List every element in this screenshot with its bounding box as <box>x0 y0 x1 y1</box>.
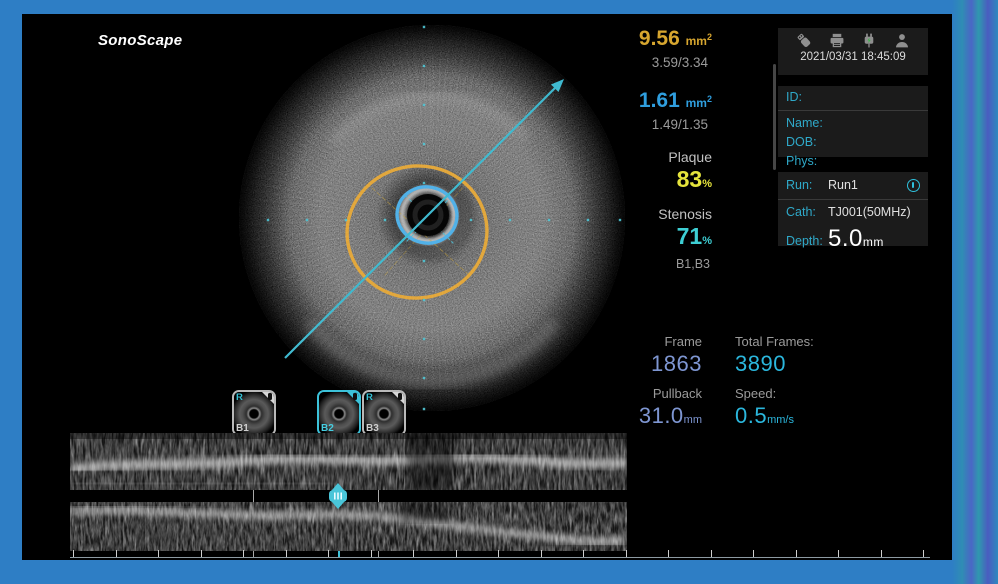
speed-value: 0.5mm/s <box>735 402 855 434</box>
stenosis-reference-bookmarks: B1,B3 <box>574 256 712 272</box>
bookmark-pin-icon <box>268 393 272 400</box>
bookmark-thumbnail-b2[interactable]: B2 <box>317 390 361 436</box>
pullback-position-handle[interactable] <box>325 482 351 510</box>
patient-name-label: Name: <box>778 114 928 133</box>
run-label: Run: <box>786 177 828 193</box>
brand-logo: SonoScape <box>98 32 182 49</box>
bookmark-thumbnail-b1[interactable]: R B1 <box>232 390 276 436</box>
stenosis-value: 71% <box>574 223 712 254</box>
pullback-ruler <box>22 548 952 560</box>
vessel-area-value: 9.56 mm2 <box>574 24 712 54</box>
measurement-readouts: 9.56 mm2 3.59/3.34 1.61 mm2 1.49/1.35 Pl… <box>574 24 712 272</box>
plaque-label: Plaque <box>574 148 712 166</box>
lumen-area-value: 1.61 mm2 <box>574 86 712 116</box>
datetime-stamp: 2021/03/31 18:45:09 <box>778 51 928 63</box>
frame-label: Frame <box>570 334 702 350</box>
window-border-stripe <box>952 0 998 584</box>
bookmark-r-label: R <box>366 392 373 403</box>
main-content-area: SonoScape <box>22 14 952 560</box>
frame-readout: Frame 1863 Pullback 31.0mm <box>570 334 702 434</box>
bookmark-r-label: R <box>236 392 243 403</box>
frame-number: 1863 <box>570 350 702 378</box>
measurement-scrollbar[interactable] <box>773 64 776 170</box>
plaque-value: 83% <box>574 166 712 197</box>
depth-value: 5.0mm <box>828 227 884 254</box>
catheter-label: Cath: <box>786 204 828 220</box>
power-icon[interactable] <box>861 33 877 48</box>
stenosis-label: Stenosis <box>574 205 712 223</box>
user-icon[interactable] <box>894 33 910 48</box>
run-info-panel: Run: Run1 Cath: TJ001(50MHz) Depth: 5.0m… <box>778 172 928 246</box>
printer-icon[interactable] <box>829 33 845 48</box>
run-value: Run1 <box>828 177 858 193</box>
system-status-panel: 2021/03/31 18:45:09 <box>778 28 928 75</box>
ivus-application-window: SonoScape <box>0 0 998 584</box>
bookmark-thumbnail-b3[interactable]: R B3 <box>362 390 406 436</box>
pullback-distance: 31.0mm <box>570 402 702 434</box>
depth-row: Depth: 5.0mm <box>778 223 928 257</box>
depth-label: Depth: <box>786 233 828 249</box>
info-icon[interactable] <box>907 179 920 192</box>
total-frames-number: 3890 <box>735 350 855 378</box>
vessel-diameters: 3.59/3.34 <box>574 54 712 72</box>
patient-id-label: ID: <box>778 86 928 111</box>
lumen-diameters: 1.49/1.35 <box>574 116 712 134</box>
patient-dob-label: DOB: <box>778 133 928 152</box>
totals-readout: Total Frames: 3890 Speed: 0.5mm/s <box>735 334 855 434</box>
tomographic-image[interactable] <box>237 23 627 413</box>
speed-label: Speed: <box>735 386 855 402</box>
total-frames-label: Total Frames: <box>735 334 855 350</box>
run-selector[interactable]: Run: Run1 <box>778 172 928 200</box>
catheter-value: TJ001(50MHz) <box>828 204 911 220</box>
usb-icon[interactable] <box>796 33 812 48</box>
pullback-label: Pullback <box>570 386 702 402</box>
catheter-row: Cath: TJ001(50MHz) <box>778 200 928 223</box>
bookmark-pin-icon <box>353 393 357 400</box>
bookmark-pin-icon <box>398 393 402 400</box>
patient-info-panel: ID: Name: DOB: Phys: <box>778 86 928 157</box>
patient-phys-label: Phys: <box>778 152 928 171</box>
ruler-baseline <box>70 557 930 558</box>
